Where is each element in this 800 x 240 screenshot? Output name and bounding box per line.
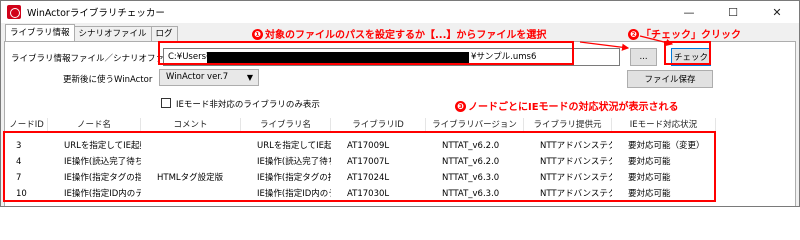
window-title: WinActorライブラリチェッカー (27, 8, 165, 19)
tab-scenario-file[interactable]: シナリオファイル (73, 26, 152, 41)
close-icon[interactable]: ✕ (755, 1, 799, 23)
annotation-2-text: 「チェック」クリック (641, 30, 741, 41)
path-highlight-box (158, 41, 574, 65)
annotation-3-text: ノードごとにIEモードの対応状況が表示される (468, 102, 679, 113)
tab-log[interactable]: ログ (150, 26, 178, 41)
ie-only-checkbox-label: IEモード非対応のライブラリのみ表示 (176, 100, 320, 110)
minimize-icon[interactable]: — (667, 1, 711, 23)
check-highlight-box (664, 41, 711, 65)
annotation-1: ❶ 対象のファイルのパスを設定するか【...】からファイルを選択 (252, 26, 546, 41)
table-highlight-box (3, 131, 716, 202)
browse-button[interactable]: ... (630, 48, 657, 66)
annotation-3-number: ❸ (455, 101, 466, 112)
window-controls: — ☐ ✕ (667, 1, 799, 23)
ie-only-checkbox[interactable] (161, 98, 171, 108)
winactor-version-select[interactable]: WinActor ver.7 ▼ (159, 69, 259, 86)
tab-library-info[interactable]: ライブラリ情報 (5, 24, 75, 41)
path-label: ライブラリ情報ファイル／シナリオファイル (11, 54, 182, 64)
maximize-icon[interactable]: ☐ (711, 1, 755, 23)
annotation-1-number: ❶ (252, 29, 263, 40)
annotation-3: ❸ ノードごとにIEモードの対応状況が表示される (455, 98, 679, 113)
tab-bar: ライブラリ情報 シナリオファイル ログ (5, 24, 178, 42)
winactor-select-value: WinActor ver.7 (166, 72, 229, 82)
app-logo-icon (7, 5, 21, 19)
annotation-1-text: 対象のファイルのパスを設定するか【...】からファイルを選択 (265, 30, 547, 41)
winactor-label: 更新後に使うWinActor (63, 75, 153, 85)
save-file-button[interactable]: ファイル保存 (627, 70, 713, 88)
annotation-2-number: ❷ (628, 29, 639, 40)
chevron-down-icon: ▼ (246, 73, 253, 82)
annotation-2: ❷ 「チェック」クリック (628, 26, 741, 41)
scrollbar[interactable] (785, 151, 793, 191)
title-bar: WinActorライブラリチェッカー — ☐ ✕ (1, 1, 799, 23)
